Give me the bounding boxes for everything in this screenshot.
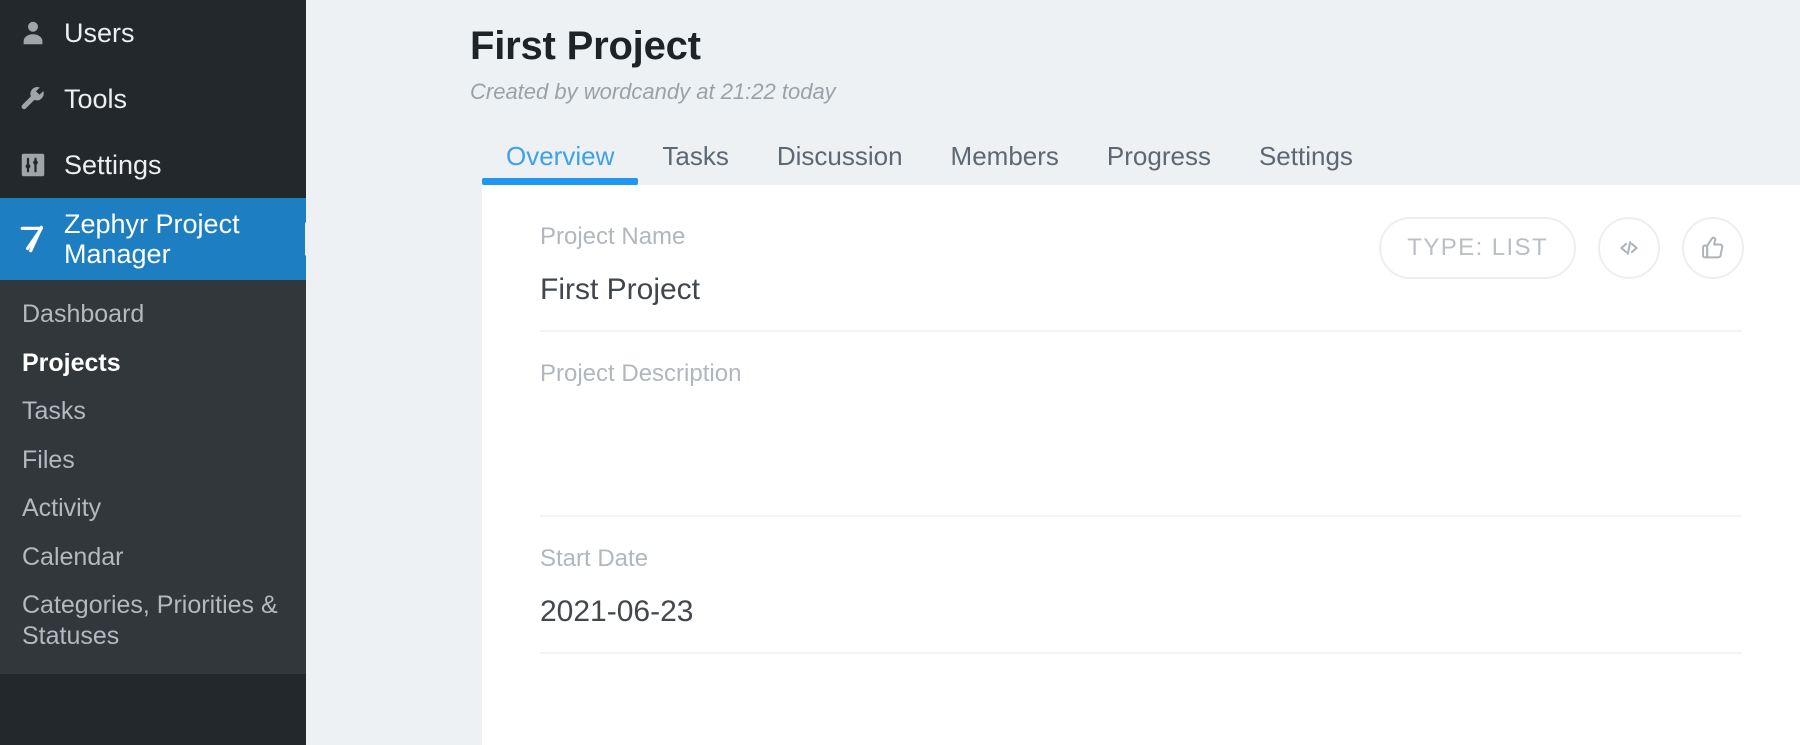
tab-discussion[interactable]: Discussion (753, 143, 927, 185)
page-title: First Project (470, 24, 701, 68)
code-icon (1615, 234, 1643, 262)
code-icon-button[interactable] (1598, 217, 1660, 280)
thumbs-up-icon (1699, 234, 1727, 262)
sidebar-item-label: Settings (64, 149, 162, 180)
zephyr-logo-icon (18, 222, 64, 256)
sidebar-item-label: Users (64, 17, 135, 48)
tab-members[interactable]: Members (927, 143, 1083, 185)
submenu-item-files[interactable]: Files (0, 436, 306, 485)
sidebar-item-users[interactable]: Users (0, 0, 306, 66)
field-project-description: Project Description (540, 332, 1742, 517)
tab-settings[interactable]: Settings (1235, 143, 1377, 185)
admin-page: Users Tools Settings Zephyr Project Mana… (0, 0, 1800, 745)
zephyr-submenu: Dashboard Projects Tasks Files Activity … (0, 280, 306, 674)
start-date-value[interactable]: 2021-06-23 (540, 594, 1742, 630)
sidebar-item-tools[interactable]: Tools (0, 66, 306, 132)
wp-admin-sidebar: Users Tools Settings Zephyr Project Mana… (0, 0, 306, 745)
field-start-date: Start Date 2021-06-23 (540, 517, 1742, 654)
tab-tasks[interactable]: Tasks (638, 143, 752, 185)
submenu-item-tasks[interactable]: Tasks (0, 387, 306, 436)
like-button[interactable] (1682, 217, 1744, 280)
field-label: Project Description (540, 360, 742, 388)
user-icon (18, 18, 64, 48)
sidebar-item-settings[interactable]: Settings (0, 132, 306, 198)
tab-overview[interactable]: Overview (482, 143, 639, 186)
sidebar-item-label: Zephyr Project Manager (64, 208, 240, 269)
project-overview-card: TYPE: LIST Project Name First Project Pr… (482, 185, 1800, 745)
sidebar-item-zephyr-project-manager[interactable]: Zephyr Project Manager (0, 198, 306, 280)
field-label: Start Date (540, 544, 649, 572)
project-tabs: Overview Tasks Discussion Members Progre… (470, 131, 1800, 186)
tab-progress[interactable]: Progress (1083, 143, 1235, 185)
card-action-bar: TYPE: LIST (1379, 217, 1744, 280)
submenu-item-categories-priorities-statuses[interactable]: Categories, Priorities & Statuses (0, 581, 306, 660)
project-description-value[interactable] (540, 409, 1742, 493)
sliders-icon (18, 150, 64, 180)
submenu-item-projects[interactable]: Projects (0, 339, 306, 388)
submenu-item-activity[interactable]: Activity (0, 484, 306, 533)
submenu-item-dashboard[interactable]: Dashboard (0, 290, 306, 339)
submenu-item-calendar[interactable]: Calendar (0, 533, 306, 582)
wrench-icon (18, 84, 64, 114)
page-subtitle: Created by wordcandy at 21:22 today (470, 79, 836, 104)
sidebar-item-label: Tools (64, 83, 128, 114)
main-content: First Project Created by wordcandy at 21… (306, 0, 1800, 745)
project-type-pill[interactable]: TYPE: LIST (1379, 217, 1576, 280)
